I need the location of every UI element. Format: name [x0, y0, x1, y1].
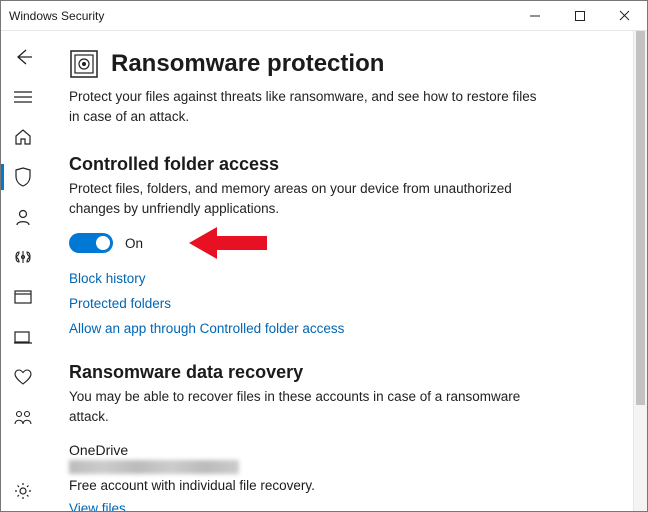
toggle-knob — [96, 236, 110, 250]
cfa-toggle-row: On — [69, 233, 605, 253]
content: Ransomware protection Protect your files… — [45, 31, 633, 511]
sidebar — [1, 31, 45, 511]
annotation-arrow — [189, 223, 269, 263]
back-button[interactable] — [1, 37, 45, 77]
ransomware-icon — [69, 49, 99, 79]
recovery-heading: Ransomware data recovery — [69, 362, 605, 383]
content-wrap: Ransomware protection Protect your files… — [45, 31, 647, 511]
cfa-toggle-label: On — [125, 236, 143, 251]
titlebar: Windows Security — [1, 1, 647, 31]
maximize-button[interactable] — [557, 1, 602, 31]
link-protected-folders[interactable]: Protected folders — [69, 296, 605, 311]
menu-button[interactable] — [1, 77, 45, 117]
cfa-description: Protect files, folders, and memory areas… — [69, 179, 549, 220]
onedrive-email-redacted — [69, 460, 239, 474]
cfa-heading: Controlled folder access — [69, 154, 605, 175]
minimize-button[interactable] — [512, 1, 557, 31]
sidebar-item-settings[interactable] — [1, 471, 45, 511]
main-area: Ransomware protection Protect your files… — [1, 31, 647, 511]
sidebar-item-family[interactable] — [1, 397, 45, 437]
sidebar-item-app-browser[interactable] — [1, 277, 45, 317]
page-header: Ransomware protection — [69, 49, 605, 79]
sidebar-item-device-security[interactable] — [1, 317, 45, 357]
link-block-history[interactable]: Block history — [69, 271, 605, 286]
link-allow-app[interactable]: Allow an app through Controlled folder a… — [69, 321, 605, 336]
scrollbar-thumb[interactable] — [636, 31, 645, 405]
cfa-toggle[interactable] — [69, 233, 113, 253]
page-description: Protect your files against threats like … — [69, 87, 549, 128]
sidebar-item-account[interactable] — [1, 197, 45, 237]
recovery-description: You may be able to recover files in thes… — [69, 387, 549, 428]
sidebar-item-virus-protection[interactable] — [1, 157, 45, 197]
onedrive-sub: Free account with individual file recove… — [69, 478, 605, 493]
shield-icon — [14, 167, 32, 187]
close-button[interactable] — [602, 1, 647, 31]
onedrive-name: OneDrive — [69, 442, 605, 458]
page-title: Ransomware protection — [111, 50, 384, 78]
sidebar-item-firewall[interactable] — [1, 237, 45, 277]
gear-icon — [14, 482, 32, 500]
cfa-links: Block history Protected folders Allow an… — [69, 271, 605, 336]
sidebar-item-home[interactable] — [1, 117, 45, 157]
scrollbar[interactable] — [633, 31, 647, 511]
window-title: Windows Security — [9, 9, 512, 23]
link-view-files[interactable]: View files — [69, 501, 605, 512]
sidebar-item-health[interactable] — [1, 357, 45, 397]
